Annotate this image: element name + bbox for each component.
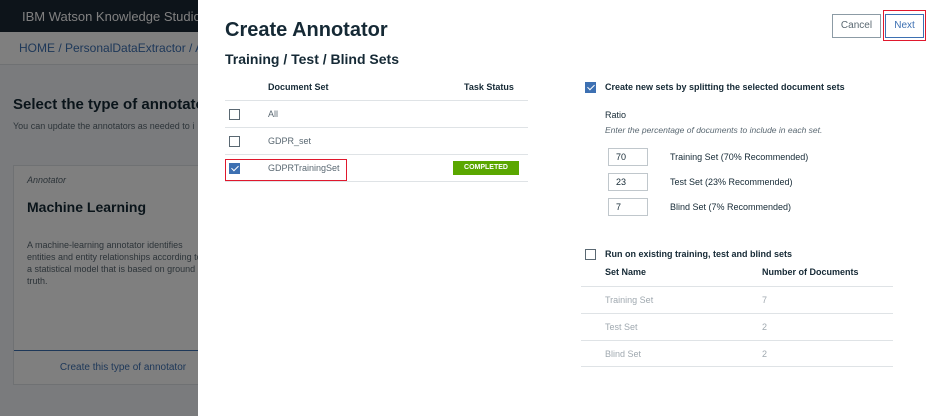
blind-set-label: Blind Set (7% Recommended): [670, 202, 792, 212]
column-header-set-name: Set Name: [605, 267, 647, 277]
document-set-table: Document Set Task Status All GDPR_set GD…: [225, 74, 528, 182]
next-button[interactable]: Next: [885, 14, 924, 38]
table-row: Test Set 2: [581, 313, 893, 340]
create-annotator-modal: Create Annotator Training / Test / Blind…: [198, 0, 940, 416]
set-name: Blind Set: [605, 349, 642, 359]
blind-set-input[interactable]: 7: [608, 198, 648, 216]
split-sets-label: Create new sets by splitting the selecte…: [605, 82, 845, 92]
existing-sets-label: Run on existing training, test and blind…: [605, 249, 793, 259]
ratio-help-text: Enter the percentage of documents to inc…: [605, 125, 823, 135]
table-row[interactable]: GDPRTrainingSet COMPLETED: [225, 155, 528, 182]
cancel-button[interactable]: Cancel: [832, 14, 881, 38]
checkbox-checked[interactable]: [229, 163, 240, 174]
table-row[interactable]: GDPR_set: [225, 128, 528, 155]
existing-sets-option[interactable]: Run on existing training, test and blind…: [585, 248, 905, 262]
training-set-label: Training Set (70% Recommended): [670, 152, 809, 162]
set-name: Test Set: [605, 322, 638, 332]
table-header: Document Set Task Status: [225, 74, 528, 101]
document-count: 2: [762, 322, 768, 332]
document-set-name: GDPRTrainingSet: [268, 163, 340, 173]
modal-title: Create Annotator: [225, 19, 388, 41]
split-sets-checkbox[interactable]: [585, 82, 596, 93]
table-row[interactable]: All: [225, 101, 528, 128]
modal-subtitle: Training / Test / Blind Sets: [225, 51, 399, 67]
test-set-label: Test Set (23% Recommended): [670, 177, 793, 187]
status-badge: COMPLETED: [453, 161, 519, 175]
column-header-task-status: Task Status: [464, 82, 514, 92]
table-row: Training Set 7: [581, 286, 893, 313]
existing-sets-header: Set Name Number of Documents: [581, 262, 893, 282]
column-header-number-of-documents: Number of Documents: [762, 267, 859, 277]
document-set-name: All: [268, 109, 279, 119]
document-count: 2: [762, 349, 768, 359]
set-name: Training Set: [605, 295, 654, 305]
table-row: Blind Set 2: [581, 340, 893, 367]
checkbox[interactable]: [229, 136, 240, 147]
document-count: 7: [762, 295, 768, 305]
existing-sets-checkbox[interactable]: [585, 249, 596, 260]
document-set-name: GDPR_set: [268, 136, 312, 146]
test-set-input[interactable]: 23: [608, 173, 648, 191]
training-set-input[interactable]: 70: [608, 148, 648, 166]
checkbox[interactable]: [229, 109, 240, 120]
ratio-label: Ratio: [605, 110, 627, 120]
split-sets-option[interactable]: Create new sets by splitting the selecte…: [585, 81, 905, 95]
column-header-document-set: Document Set: [268, 82, 329, 92]
